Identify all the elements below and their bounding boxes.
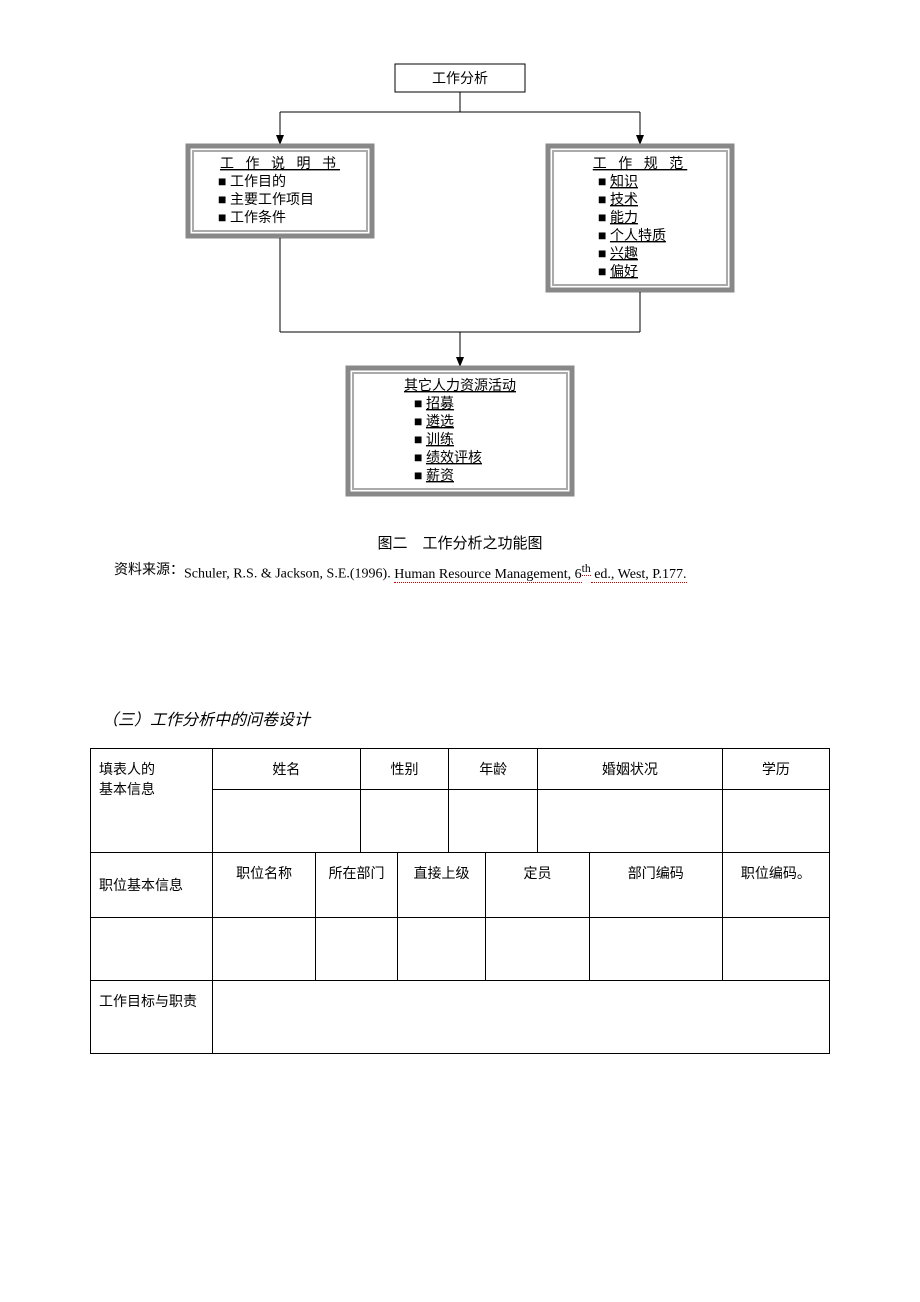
box-right-item-4: ■ 兴趣 — [598, 246, 638, 262]
cell-name: 姓名 — [212, 749, 360, 790]
cell-dept-code: 部门编码 — [589, 853, 722, 918]
cell-gender: 性别 — [360, 749, 449, 790]
box-left-item-1: ■ 主要工作项目 — [218, 192, 314, 208]
table-row: 填表人的 基本信息 姓名 性别 年龄 婚姻状况 学历 — [91, 749, 830, 790]
box-right-item-1: ■ 技术 — [598, 192, 638, 208]
source-citation: 资料来源： Schuler, R.S. & Jackson, S.E.(1996… — [90, 559, 830, 586]
box-right-item-3: ■ 个人特质 — [598, 228, 666, 244]
source-body: Schuler, R.S. & Jackson, S.E.(1996). Hum… — [184, 559, 687, 586]
cell-dept-code-value[interactable] — [589, 918, 722, 981]
source-underlined: Human Resource Management, 6 — [394, 567, 581, 583]
cell-marital-value[interactable] — [538, 790, 723, 853]
table-row: 工作目标与职责 — [91, 981, 830, 1054]
table-row: 职位基本信息 职位名称 所在部门 直接上级 定员 部门编码 职位编码。 — [91, 853, 830, 918]
cell-position-name-value[interactable] — [212, 918, 315, 981]
source-label: 资料来源： — [114, 559, 184, 586]
cell-headcount: 定员 — [486, 853, 589, 918]
box-bottom-item-0: ■ 招募 — [414, 396, 454, 412]
cell-department: 所在部门 — [316, 853, 397, 918]
box-bottom-item-4: ■ 薪资 — [414, 468, 454, 484]
cell-position-info-blank[interactable] — [91, 918, 213, 981]
box-left-title: 工 作 说 明 书 — [220, 156, 340, 172]
cell-supervisor-value[interactable] — [397, 918, 486, 981]
cell-supervisor: 直接上级 — [397, 853, 486, 918]
box-right-title: 工 作 规 范 — [593, 155, 688, 172]
cell-name-value[interactable] — [212, 790, 360, 853]
box-right-item-5: ■ 偏好 — [598, 264, 638, 280]
cell-position-code-value[interactable] — [722, 918, 829, 981]
cell-age-value[interactable] — [449, 790, 538, 853]
cell-headcount-value[interactable] — [486, 918, 589, 981]
cell-marital: 婚姻状况 — [538, 749, 723, 790]
box-top-title: 工作分析 — [432, 71, 488, 87]
source-plain: Schuler, R.S. & Jackson, S.E.(1996). — [184, 567, 394, 582]
cell-education-value[interactable] — [722, 790, 829, 853]
cell-goal-duty-label: 工作目标与职责 — [91, 981, 213, 1054]
box-bottom-item-3: ■ 绩效评核 — [414, 450, 482, 466]
cell-education: 学历 — [722, 749, 829, 790]
box-bottom-item-2: ■ 训练 — [414, 432, 454, 448]
questionnaire-table: 填表人的 基本信息 姓名 性别 年龄 婚姻状况 学历 职位基本信息 职位名称 所… — [90, 748, 830, 1054]
cell-department-value[interactable] — [316, 918, 397, 981]
box-left-item-2: ■ 工作条件 — [218, 209, 286, 226]
section-3-heading: （三）工作分析中的问卷设计 — [102, 706, 830, 730]
box-bottom-item-1: ■ 遴选 — [414, 414, 454, 430]
box-bottom-title: 其它人力资源活动 — [404, 377, 516, 394]
box-right-item-2: ■ 能力 — [598, 210, 638, 226]
diagram-svg: 工作分析 工 作 说 明 书 ■ 工作目的 ■ 主要工作项目 ■ 工作条件 工 … — [180, 60, 740, 516]
source-sup: th — [582, 562, 591, 576]
cell-position-code: 职位编码。 — [722, 853, 829, 918]
cell-position-info-label: 职位基本信息 — [91, 853, 213, 918]
cell-basic-info-label: 填表人的 基本信息 — [91, 749, 213, 853]
flow-diagram: 工作分析 工 作 说 明 书 ■ 工作目的 ■ 主要工作项目 ■ 工作条件 工 … — [180, 60, 740, 516]
figure-caption: 图二 工作分析之功能图 — [90, 532, 830, 553]
table-row — [91, 918, 830, 981]
box-left-item-0: ■ 工作目的 — [218, 174, 286, 190]
box-right-item-0: ■ 知识 — [598, 173, 638, 190]
cell-age: 年龄 — [449, 749, 538, 790]
source-end: ed., West, P.177. — [591, 567, 687, 583]
cell-goal-duty-value[interactable] — [212, 981, 829, 1054]
cell-position-name: 职位名称 — [212, 853, 315, 918]
cell-gender-value[interactable] — [360, 790, 449, 853]
